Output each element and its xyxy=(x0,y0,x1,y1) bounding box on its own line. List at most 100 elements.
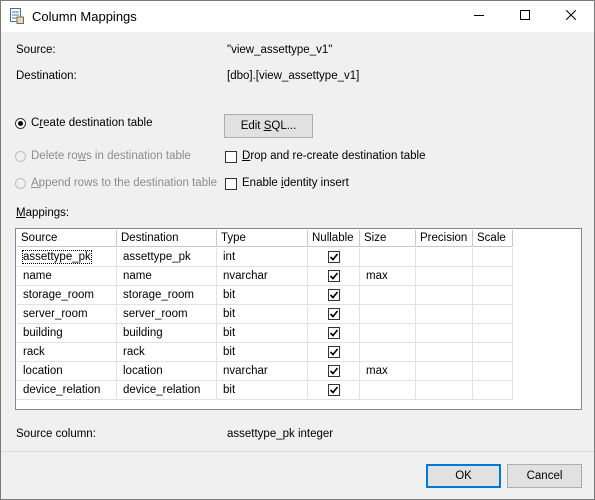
mappings-grid[interactable]: Source Destination Type Nullable Size Precisi… xyxy=(15,228,582,410)
cell-size[interactable]: max xyxy=(360,362,416,381)
identity-insert-label: Enable identity insert xyxy=(242,177,349,189)
edit-sql-label: Edit SQL... xyxy=(240,120,297,132)
cell-scale[interactable] xyxy=(473,381,513,400)
cell-nullable[interactable] xyxy=(308,267,360,286)
cell-source[interactable]: location xyxy=(17,362,117,381)
cell-nullable[interactable] xyxy=(308,248,360,267)
create-destination-radio[interactable] xyxy=(15,118,26,129)
cell-destination[interactable]: building xyxy=(117,324,217,343)
cell-nullable[interactable] xyxy=(308,362,360,381)
table-mapping-icon xyxy=(10,8,24,24)
nullable-checkbox[interactable] xyxy=(328,289,340,301)
cell-precision[interactable] xyxy=(416,381,473,400)
edit-sql-button[interactable]: Edit SQL... xyxy=(224,114,313,138)
nullable-checkbox[interactable] xyxy=(328,327,340,339)
cell-source-text: device_relation xyxy=(23,384,101,396)
cell-type-text: int xyxy=(223,251,236,263)
cancel-label: Cancel xyxy=(526,470,563,482)
cell-precision[interactable] xyxy=(416,324,473,343)
header-destination[interactable]: Destination xyxy=(117,230,217,247)
source-value: "view_assettype_v1" xyxy=(227,44,333,56)
nullable-checkbox[interactable] xyxy=(328,251,340,263)
cell-nullable[interactable] xyxy=(308,305,360,324)
cell-type[interactable]: nvarchar xyxy=(217,267,308,286)
cell-scale[interactable] xyxy=(473,362,513,381)
cell-source[interactable]: rack xyxy=(17,343,117,362)
cell-scale[interactable] xyxy=(473,305,513,324)
cell-nullable[interactable] xyxy=(308,381,360,400)
cell-scale[interactable] xyxy=(473,286,513,305)
cell-precision[interactable] xyxy=(416,248,473,267)
cell-size[interactable] xyxy=(360,381,416,400)
cell-destination[interactable]: assettype_pk xyxy=(117,248,217,267)
header-type[interactable]: Type xyxy=(217,230,308,247)
drop-recreate-label: Drop and re-create destination table xyxy=(242,150,426,162)
cell-destination[interactable]: rack xyxy=(117,343,217,362)
cell-destination[interactable]: location xyxy=(117,362,217,381)
cell-source-text: rack xyxy=(23,346,45,358)
cell-destination-text: server_room xyxy=(123,308,188,320)
header-size[interactable]: Size xyxy=(360,230,416,247)
cell-scale[interactable] xyxy=(473,267,513,286)
create-destination-label: Create destination table xyxy=(31,117,153,129)
cell-destination[interactable]: storage_room xyxy=(117,286,217,305)
cell-source[interactable]: device_relation xyxy=(17,381,117,400)
delete-rows-radio[interactable] xyxy=(15,151,26,162)
cell-size[interactable] xyxy=(360,305,416,324)
cell-precision[interactable] xyxy=(416,305,473,324)
nullable-checkbox[interactable] xyxy=(328,365,340,377)
cell-source[interactable]: server_room xyxy=(17,305,117,324)
cell-precision[interactable] xyxy=(416,362,473,381)
append-rows-radio[interactable] xyxy=(15,178,26,189)
cell-type[interactable]: bit xyxy=(217,324,308,343)
cell-nullable[interactable] xyxy=(308,324,360,343)
cancel-button[interactable]: Cancel xyxy=(507,464,582,488)
cell-type[interactable]: bit xyxy=(217,305,308,324)
cell-type[interactable]: int xyxy=(217,248,308,267)
nullable-checkbox[interactable] xyxy=(328,308,340,320)
cell-destination[interactable]: name xyxy=(117,267,217,286)
cell-type[interactable]: nvarchar xyxy=(217,362,308,381)
ok-button[interactable]: OK xyxy=(426,464,501,488)
ok-label: OK xyxy=(455,470,472,482)
nullable-checkbox[interactable] xyxy=(328,384,340,396)
cell-source[interactable]: building xyxy=(17,324,117,343)
cell-precision[interactable] xyxy=(416,286,473,305)
drop-recreate-checkbox[interactable] xyxy=(225,151,237,163)
cell-precision[interactable] xyxy=(416,267,473,286)
cell-source[interactable]: storage_room xyxy=(17,286,117,305)
cell-size[interactable]: max xyxy=(360,267,416,286)
cell-size[interactable] xyxy=(360,248,416,267)
cell-scale[interactable] xyxy=(473,248,513,267)
cell-scale[interactable] xyxy=(473,343,513,362)
header-nullable[interactable]: Nullable xyxy=(308,230,360,247)
identity-insert-checkbox[interactable] xyxy=(225,178,237,190)
nullable-checkbox[interactable] xyxy=(328,270,340,282)
cell-source[interactable]: name xyxy=(17,267,117,286)
cell-nullable[interactable] xyxy=(308,343,360,362)
cell-size[interactable] xyxy=(360,286,416,305)
nullable-checkbox[interactable] xyxy=(328,346,340,358)
cell-type[interactable]: bit xyxy=(217,381,308,400)
cell-size-text: max xyxy=(366,270,388,282)
cell-precision[interactable] xyxy=(416,343,473,362)
cell-source-text: location xyxy=(23,365,63,377)
cell-scale[interactable] xyxy=(473,324,513,343)
header-precision[interactable]: Precision xyxy=(416,230,473,247)
destination-value: [dbo].[view_assettype_v1] xyxy=(227,70,360,82)
minimize-button[interactable] xyxy=(456,1,502,32)
cell-type[interactable]: bit xyxy=(217,343,308,362)
header-source[interactable]: Source xyxy=(17,230,117,247)
cell-type[interactable]: bit xyxy=(217,286,308,305)
append-rows-label: Append rows to the destination table xyxy=(31,177,218,189)
cell-type-text: bit xyxy=(223,384,236,396)
cell-size[interactable] xyxy=(360,324,416,343)
maximize-button[interactable] xyxy=(502,1,548,32)
cell-size[interactable] xyxy=(360,343,416,362)
cell-source[interactable]: assettype_pk xyxy=(17,248,117,267)
cell-destination[interactable]: server_room xyxy=(117,305,217,324)
header-scale[interactable]: Scale xyxy=(473,230,513,247)
cell-destination[interactable]: device_relation xyxy=(117,381,217,400)
cell-nullable[interactable] xyxy=(308,286,360,305)
close-button[interactable] xyxy=(548,1,594,32)
